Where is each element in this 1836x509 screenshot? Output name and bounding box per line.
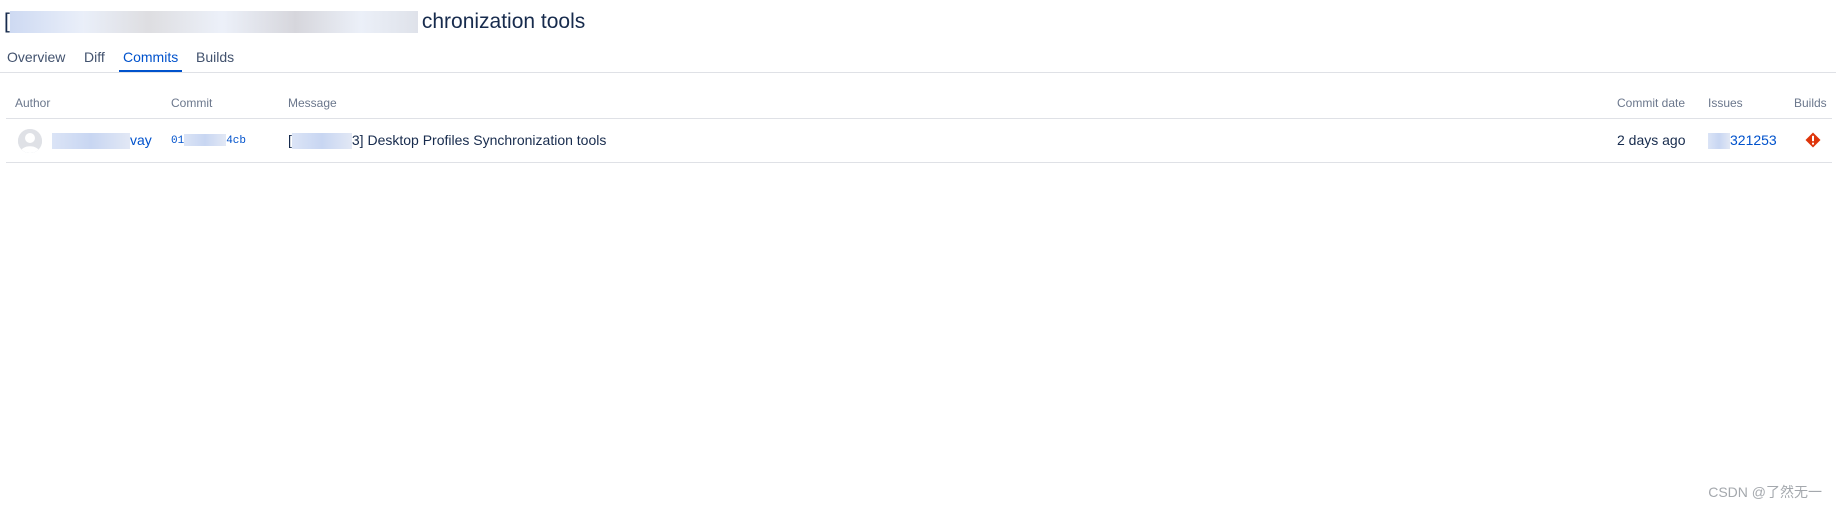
redacted-issue-prefix — [1708, 133, 1730, 150]
commits-table-header: Author Commit Message Commit date Issues… — [6, 96, 1832, 119]
user-icon — [18, 129, 42, 153]
tab-builds[interactable]: Builds — [196, 49, 234, 65]
author-name[interactable]: vay — [52, 132, 152, 150]
column-commit: Commit — [171, 96, 213, 110]
watermark: CSDN @了然无一 — [1708, 484, 1822, 500]
commit-date: 2 days ago — [1617, 132, 1686, 148]
commit-hash[interactable]: 01 4cb — [171, 134, 246, 147]
issue-link[interactable]: 321253 — [1708, 132, 1777, 150]
column-author: Author — [15, 96, 51, 110]
issue-suffix: 321253 — [1730, 132, 1777, 148]
title-suffix: chronization tools — [421, 10, 586, 33]
table-row: vay 01 4cb [3] Desktop Profiles Synchroni… — [6, 119, 1832, 163]
redacted-title-region — [9, 11, 418, 34]
avatar[interactable] — [18, 129, 42, 153]
redacted-issue-key — [291, 133, 352, 150]
commit-message: [3] Desktop Profiles Synchronization too… — [288, 132, 607, 150]
column-message: Message — [288, 96, 337, 110]
author-suffix: vay — [130, 132, 152, 148]
error-icon — [1805, 132, 1821, 148]
redacted-author — [52, 133, 130, 150]
commits-page: [chronization tools Overview Diff Commit… — [0, 0, 1836, 509]
commit-prefix: 01 — [171, 134, 185, 147]
tab-overview[interactable]: Overview — [7, 49, 65, 65]
commit-suffix: 4cb — [226, 134, 247, 147]
tab-commits[interactable]: Commits — [118, 49, 183, 72]
message-suffix: 3] Desktop Profiles Synchronization tool… — [351, 132, 607, 148]
redacted-commit — [184, 134, 227, 146]
column-commit-date: Commit date — [1617, 96, 1686, 110]
column-issues: Issues — [1708, 96, 1743, 110]
build-failed-icon[interactable] — [1805, 132, 1821, 148]
pull-request-tabs: Overview Diff Commits Builds — [0, 44, 1836, 73]
tab-diff[interactable]: Diff — [84, 49, 105, 65]
column-builds: Builds — [1794, 96, 1827, 110]
pull-request-title: [chronization tools — [4, 8, 585, 36]
